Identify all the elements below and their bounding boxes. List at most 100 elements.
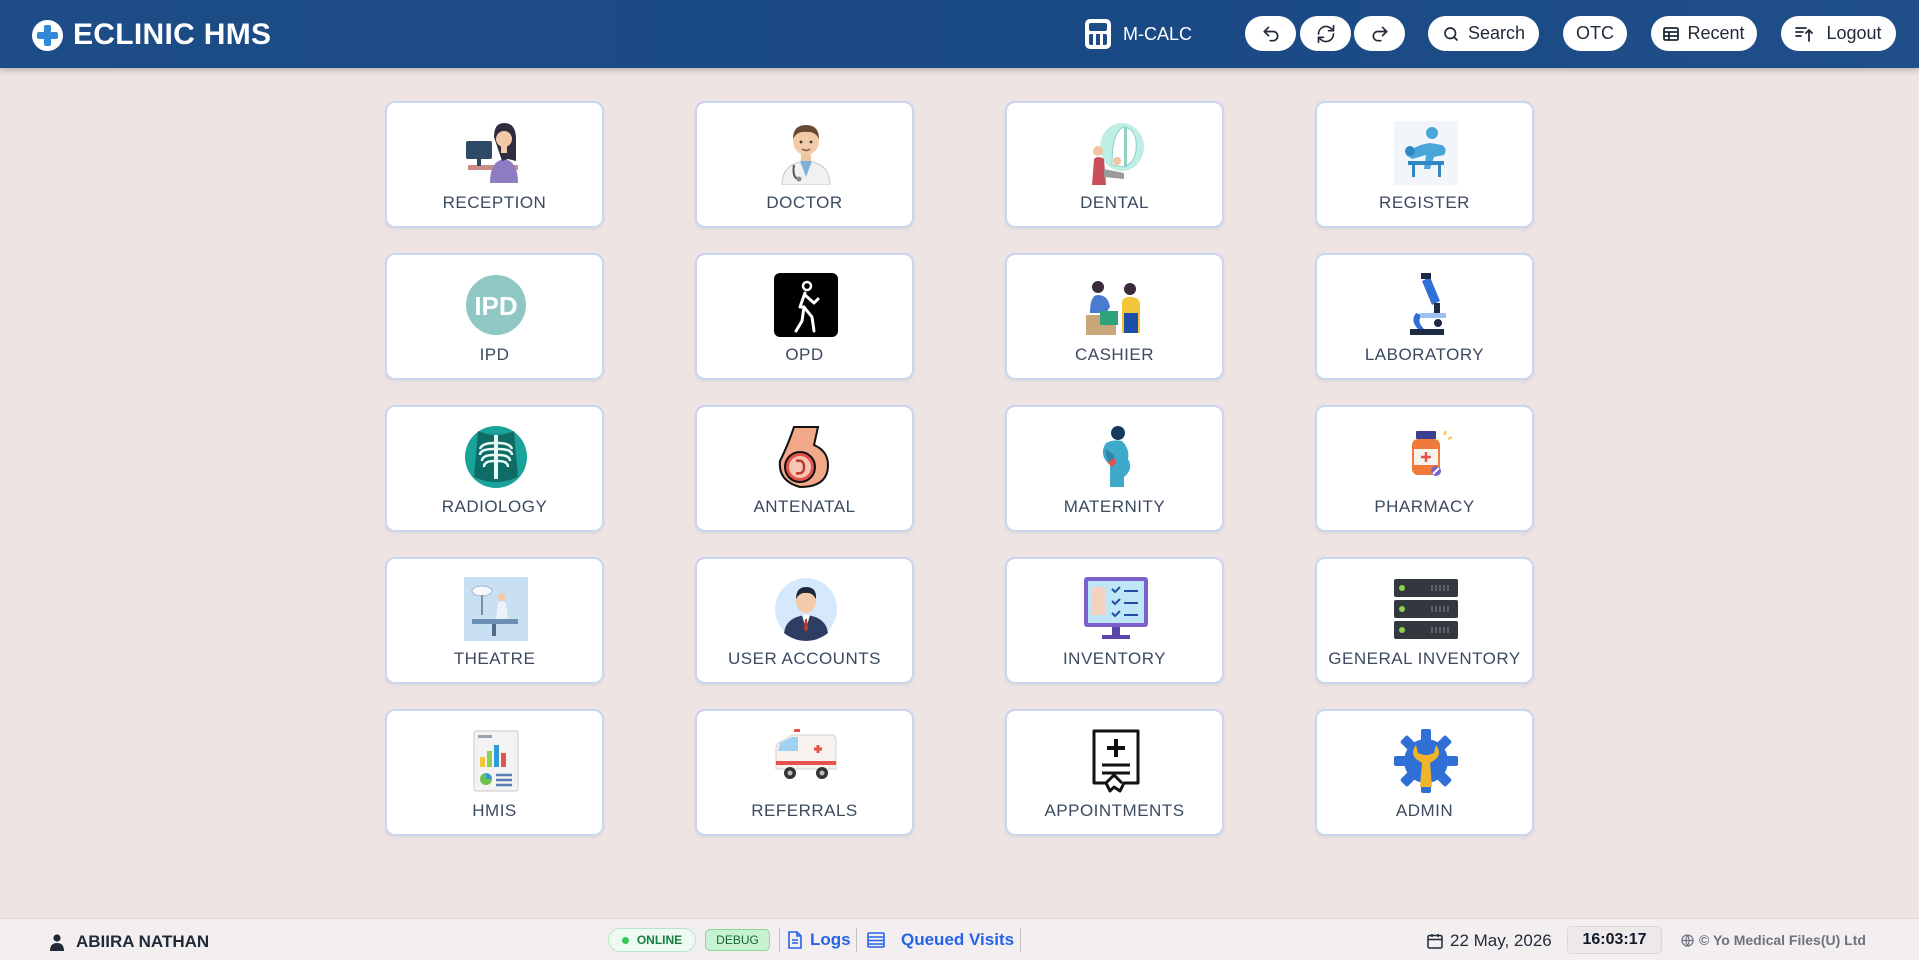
debug-badge[interactable]: DEBUG bbox=[705, 929, 770, 951]
cashier-icon bbox=[1086, 281, 1140, 335]
module-tile-inventory[interactable]: INVENTORY bbox=[1005, 557, 1224, 684]
calendar-icon bbox=[1427, 934, 1443, 949]
module-label: GENERAL INVENTORY bbox=[1328, 649, 1521, 668]
forward-button[interactable] bbox=[1354, 16, 1405, 51]
time-label: 16:03:17 bbox=[1582, 931, 1647, 948]
otc-label: OTC bbox=[1576, 23, 1614, 43]
recent-label: Recent bbox=[1687, 23, 1745, 43]
theatre-icon bbox=[464, 577, 528, 641]
module-tile-referrals[interactable]: REFERRALS bbox=[695, 709, 914, 836]
module-tile-admin[interactable]: ADMIN bbox=[1315, 709, 1534, 836]
module-tile-dental[interactable]: DENTAL bbox=[1005, 101, 1224, 228]
module-tile-doctor[interactable]: DOCTOR bbox=[695, 101, 914, 228]
queue-list-icon bbox=[867, 932, 885, 948]
current-time: 16:03:17 bbox=[1567, 926, 1662, 954]
report-chart-icon bbox=[473, 730, 519, 792]
medical-cross-logo-icon bbox=[32, 19, 63, 51]
redo-arrow-icon bbox=[1372, 26, 1387, 42]
search-icon bbox=[1444, 26, 1458, 41]
module-label: OPD bbox=[785, 345, 824, 364]
back-button[interactable] bbox=[1245, 16, 1296, 51]
online-dot-icon bbox=[621, 936, 629, 944]
module-label: ADMIN bbox=[1395, 801, 1454, 820]
module-label: RECEPTION bbox=[442, 193, 547, 212]
xray-icon bbox=[465, 426, 527, 488]
module-tile-maternity[interactable]: MATERNITY bbox=[1005, 405, 1224, 532]
app-title: ECLINIC HMS bbox=[73, 18, 272, 51]
module-label: DOCTOR bbox=[766, 193, 843, 212]
brand[interactable]: ECLINIC HMS bbox=[32, 18, 271, 52]
app-header: ECLINIC HMS M-CALC Search OTC Recent Log… bbox=[0, 0, 1919, 68]
server-rack-icon bbox=[1394, 579, 1458, 639]
online-status-label: ONLINE bbox=[636, 933, 683, 947]
module-tile-theatre[interactable]: THEATRE bbox=[385, 557, 604, 684]
module-label: PHARMACY bbox=[1374, 497, 1475, 516]
module-label: MATERNITY bbox=[1063, 497, 1166, 516]
module-tile-general-inventory[interactable]: GENERAL INVENTORY bbox=[1315, 557, 1534, 684]
module-label: REGISTER bbox=[1379, 193, 1470, 212]
mcalc-button[interactable]: M-CALC bbox=[1085, 19, 1192, 49]
search-label: Search bbox=[1467, 23, 1526, 43]
module-label: THEATRE bbox=[453, 649, 536, 668]
module-label: ANTENATAL bbox=[753, 497, 856, 516]
recent-button[interactable]: Recent bbox=[1651, 16, 1757, 51]
queued-visits-label: Queued Visits bbox=[901, 930, 1015, 949]
file-document-icon bbox=[788, 931, 802, 949]
divider bbox=[1020, 928, 1021, 952]
logs-link[interactable]: Logs bbox=[788, 930, 851, 950]
module-tile-user-accounts[interactable]: USER ACCOUNTS bbox=[695, 557, 914, 684]
copyright: © Yo Medical Files(U) Ltd bbox=[1681, 932, 1866, 948]
module-label: CASHIER bbox=[1074, 345, 1155, 364]
doctor-icon bbox=[781, 125, 831, 185]
module-label: RADIOLOGY bbox=[441, 497, 548, 516]
divider bbox=[779, 928, 780, 952]
queued-visits-link[interactable]: Queued Visits bbox=[867, 930, 1014, 950]
current-date: 22 May, 2026 bbox=[1427, 931, 1552, 951]
current-user[interactable]: ABIIRA NATHAN bbox=[50, 932, 209, 952]
module-tile-radiology[interactable]: RADIOLOGY bbox=[385, 405, 604, 532]
otc-button[interactable]: OTC bbox=[1563, 16, 1627, 51]
logout-sort-icon bbox=[1795, 26, 1814, 42]
module-label: HMIS bbox=[472, 801, 517, 820]
module-tile-hmis[interactable]: HMIS bbox=[385, 709, 604, 836]
date-label: 22 May, 2026 bbox=[1450, 931, 1552, 950]
dental-icon bbox=[1092, 123, 1144, 185]
debug-label: DEBUG bbox=[716, 933, 759, 947]
module-tile-reception[interactable]: RECEPTION bbox=[385, 101, 604, 228]
reception-icon bbox=[466, 123, 518, 183]
online-status-badge: ONLINE bbox=[608, 928, 696, 952]
user-icon bbox=[50, 933, 64, 951]
opd-icon bbox=[774, 273, 838, 337]
module-tile-opd[interactable]: OPD bbox=[695, 253, 914, 380]
register-icon bbox=[1394, 121, 1458, 185]
module-tile-cashier[interactable]: CASHIER bbox=[1005, 253, 1224, 380]
gear-wrench-icon bbox=[1394, 729, 1458, 793]
logs-label: Logs bbox=[810, 930, 851, 949]
module-tile-appointments[interactable]: APPOINTMENTS bbox=[1005, 709, 1224, 836]
user-accounts-icon bbox=[775, 578, 837, 641]
status-bar: ABIIRA NATHAN ONLINE DEBUG Logs Queued V… bbox=[0, 918, 1919, 960]
globe-icon bbox=[1681, 933, 1694, 947]
search-button[interactable]: Search bbox=[1428, 16, 1539, 51]
module-tile-laboratory[interactable]: LABORATORY bbox=[1315, 253, 1534, 380]
divider bbox=[856, 928, 857, 952]
refresh-button[interactable] bbox=[1300, 16, 1351, 51]
module-tile-ipd[interactable]: IPD IPD bbox=[385, 253, 604, 380]
logout-button[interactable]: Logout bbox=[1781, 16, 1896, 51]
module-label: DENTAL bbox=[1080, 193, 1149, 212]
copyright-label: © Yo Medical Files(U) Ltd bbox=[1699, 932, 1866, 948]
pharmacy-icon bbox=[1412, 430, 1453, 476]
appointment-certificate-icon bbox=[1092, 729, 1140, 793]
module-tile-antenatal[interactable]: ANTENATAL bbox=[695, 405, 914, 532]
antenatal-icon bbox=[778, 426, 830, 489]
refresh-icon bbox=[1317, 24, 1334, 43]
module-label: INVENTORY bbox=[1062, 649, 1167, 668]
mcalc-label: M-CALC bbox=[1123, 23, 1193, 44]
module-label: LABORATORY bbox=[1364, 345, 1485, 364]
table-list-icon bbox=[1663, 26, 1680, 41]
microscope-icon bbox=[1410, 273, 1446, 335]
module-label: APPOINTMENTS bbox=[1044, 801, 1185, 820]
module-label: USER ACCOUNTS bbox=[728, 649, 881, 668]
module-tile-register[interactable]: REGISTER bbox=[1315, 101, 1534, 228]
module-tile-pharmacy[interactable]: PHARMACY bbox=[1315, 405, 1534, 532]
